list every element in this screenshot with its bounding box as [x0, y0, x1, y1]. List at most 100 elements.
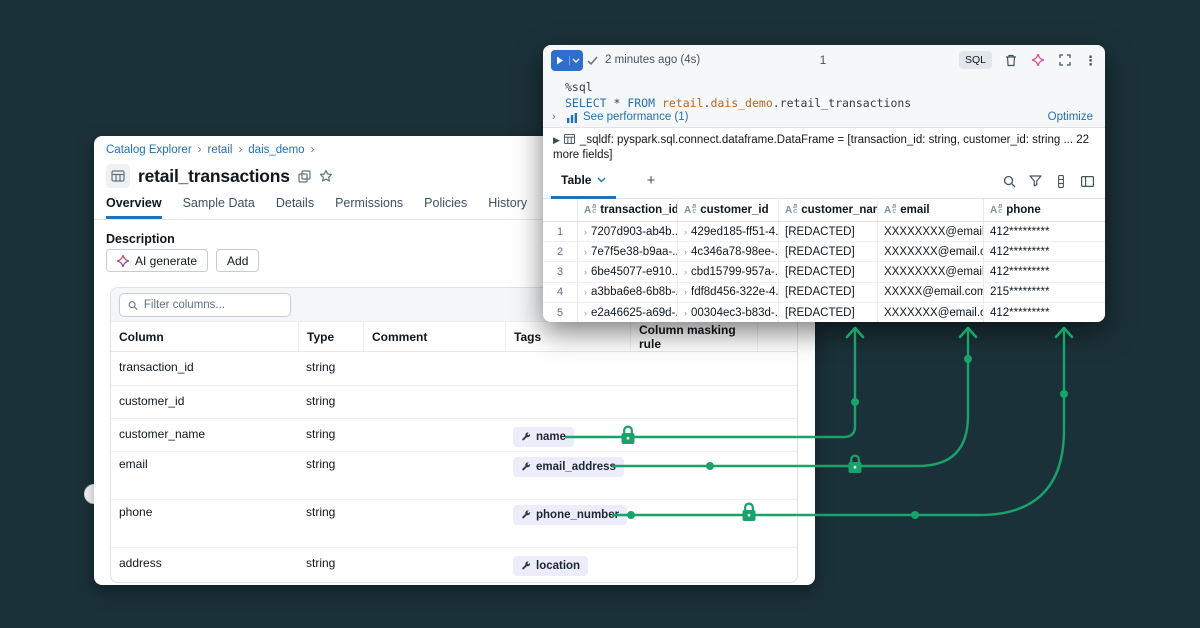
run-status: 2 minutes ago (4s)	[587, 45, 700, 75]
breadcrumb-dais-demo[interactable]: dais_demo	[248, 144, 304, 156]
assistant-sparkle-icon[interactable]	[1030, 52, 1046, 68]
favorite-star-icon[interactable]	[319, 169, 333, 183]
sql-code-editor[interactable]: %sql SELECT * FROM retail.dais_demo.reta…	[565, 79, 911, 111]
performance-row: › See performance (1) Optimize	[543, 111, 1105, 127]
expand-cell-chevron-icon[interactable]: ›	[584, 287, 587, 297]
col-header-column: Column	[111, 322, 298, 351]
tag-pill-name[interactable]: name	[513, 427, 574, 447]
filter-columns-input[interactable]	[144, 299, 282, 311]
expand-cell-chevron-icon[interactable]: ›	[684, 287, 687, 297]
result-header-customer-name[interactable]: ABCcustomer_name	[778, 199, 877, 221]
tab-table-view[interactable]: Table	[551, 163, 616, 199]
string-type-icon: ABC	[785, 205, 797, 216]
sqldf-output-line[interactable]: ▶_sqldf: pyspark.sql.connect.dataframe.D…	[543, 128, 1105, 163]
copy-icon[interactable]	[298, 170, 311, 183]
result-header-transaction-id[interactable]: ABCtransaction_id	[577, 199, 677, 221]
sql-table-name: retail_transactions	[780, 96, 912, 110]
side-panel-icon[interactable]	[1079, 173, 1095, 189]
tag-pill-phone-number[interactable]: phone_number	[513, 505, 627, 525]
lock-icon	[849, 456, 862, 473]
delete-cell-trash-icon[interactable]	[1003, 52, 1019, 68]
table-row-phone[interactable]: phone string phone_number	[111, 500, 797, 548]
tab-permissions[interactable]: Permissions	[335, 196, 403, 219]
expand-cell-chevron-icon[interactable]: ›	[584, 267, 587, 277]
chevron-right-icon: ›	[311, 144, 315, 156]
table-row-email[interactable]: email string email_address	[111, 452, 797, 500]
connector-dot	[1060, 390, 1068, 398]
add-description-button[interactable]: Add	[216, 249, 259, 272]
chevron-right-icon[interactable]: ›	[552, 111, 556, 123]
table-row-customer-id[interactable]: customer_id string	[111, 386, 797, 419]
tab-policies[interactable]: Policies	[424, 196, 467, 219]
tag-label: email_address	[536, 461, 616, 473]
connector-dot	[851, 398, 859, 406]
tag-pill-location[interactable]: location	[513, 556, 588, 576]
expand-cell-chevron-icon[interactable]: ›	[684, 247, 687, 257]
column-name: address	[111, 548, 298, 583]
tab-overview[interactable]: Overview	[106, 196, 162, 219]
see-performance-link[interactable]: See performance (1)	[583, 111, 688, 123]
result-header-phone[interactable]: ABCphone	[983, 199, 1105, 221]
expand-cell-chevron-icon[interactable]: ›	[684, 267, 687, 277]
expand-cell-chevron-icon[interactable]: ›	[684, 308, 687, 318]
table-row-transaction-id[interactable]: transaction_id string	[111, 352, 797, 386]
chevron-down-icon	[597, 177, 606, 183]
column-name: customer_id	[111, 386, 298, 418]
language-badge[interactable]: SQL	[959, 51, 992, 69]
tab-history[interactable]: History	[488, 196, 527, 219]
optimize-link[interactable]: Optimize	[1048, 111, 1093, 123]
run-options-chevron-icon[interactable]	[570, 58, 582, 63]
filter-columns-field[interactable]	[119, 293, 291, 317]
row-height-icon[interactable]	[1053, 173, 1069, 189]
expand-cell-chevron-icon[interactable]: ›	[584, 247, 587, 257]
tab-sample-data[interactable]: Sample Data	[183, 196, 255, 219]
cell-kebab-icon[interactable]: ⋮	[1084, 54, 1097, 67]
expand-fullscreen-icon[interactable]	[1057, 52, 1073, 68]
page-title: retail_transactions	[138, 166, 290, 187]
result-row-4[interactable]: 4 ›a3bba6e8-6b8b-... ›fdf8d456-322e-4...…	[543, 283, 1105, 303]
connector-dot	[964, 355, 972, 363]
col-header-spacer	[757, 322, 797, 351]
tab-details[interactable]: Details	[276, 196, 314, 219]
ai-generate-label: AI generate	[135, 254, 197, 268]
expand-cell-chevron-icon[interactable]: ›	[584, 308, 587, 318]
expand-cell-chevron-icon[interactable]: ›	[584, 227, 587, 237]
cell-toolbar-actions: SQL ⋮	[959, 45, 1097, 75]
results-header-row: ABCtransaction_id ABCcustomer_id ABCcust…	[543, 199, 1105, 222]
breadcrumb-retail[interactable]: retail	[208, 144, 233, 156]
result-header-email[interactable]: ABCemail	[877, 199, 983, 221]
tag-pill-email-address[interactable]: email_address	[513, 457, 624, 477]
breadcrumb: Catalog Explorer › retail › dais_demo ›	[106, 144, 314, 156]
result-row-3[interactable]: 3 ›6be45077-e910... ›cbd15799-957a-... […	[543, 262, 1105, 282]
sql-catalog-name: retail	[662, 96, 704, 110]
chevron-right-icon: ›	[238, 144, 242, 156]
ai-generate-button[interactable]: AI generate	[106, 249, 208, 272]
run-button[interactable]	[551, 50, 583, 71]
dataframe-table-icon	[564, 134, 575, 144]
sqldf-text: _sqldf: pyspark.sql.connect.dataframe.Da…	[553, 134, 1089, 161]
column-type: string	[298, 352, 363, 385]
result-header-customer-id[interactable]: ABCcustomer_id	[677, 199, 778, 221]
arrow-up-icon	[960, 328, 976, 337]
connector-dot	[911, 511, 919, 519]
breadcrumb-catalog-explorer[interactable]: Catalog Explorer	[106, 144, 192, 156]
col-header-comment: Comment	[363, 322, 505, 351]
sql-keyword: SELECT	[565, 96, 613, 110]
table-row-address[interactable]: address string location	[111, 548, 797, 583]
col-header-type: Type	[298, 322, 363, 351]
expander-triangle-icon[interactable]: ▶	[553, 135, 560, 145]
run-timestamp: 2 minutes ago (4s)	[605, 54, 700, 66]
columns-table-header: Column Type Comment Tags Column masking …	[111, 322, 797, 352]
sql-schema-name: dais_demo	[710, 96, 772, 110]
expand-cell-chevron-icon[interactable]: ›	[684, 227, 687, 237]
filter-icon[interactable]	[1027, 173, 1043, 189]
result-row-1[interactable]: 1 ›7207d903-ab4b... ›429ed185-ff51-4... …	[543, 222, 1105, 242]
result-row-5[interactable]: 5 ›e2a46625-a69d-... ›00304ec3-b83d-... …	[543, 303, 1105, 322]
search-results-icon[interactable]	[1001, 173, 1017, 189]
sql-star: *	[613, 96, 627, 110]
table-row-customer-name[interactable]: customer_name string name	[111, 419, 797, 452]
add-visualization-icon[interactable]: +	[641, 171, 661, 191]
arrow-up-icon	[1056, 328, 1072, 337]
result-row-2[interactable]: 2 ›7e7f5e38-b9aa-... ›4c346a78-98ee-... …	[543, 242, 1105, 262]
play-icon[interactable]	[551, 56, 570, 65]
